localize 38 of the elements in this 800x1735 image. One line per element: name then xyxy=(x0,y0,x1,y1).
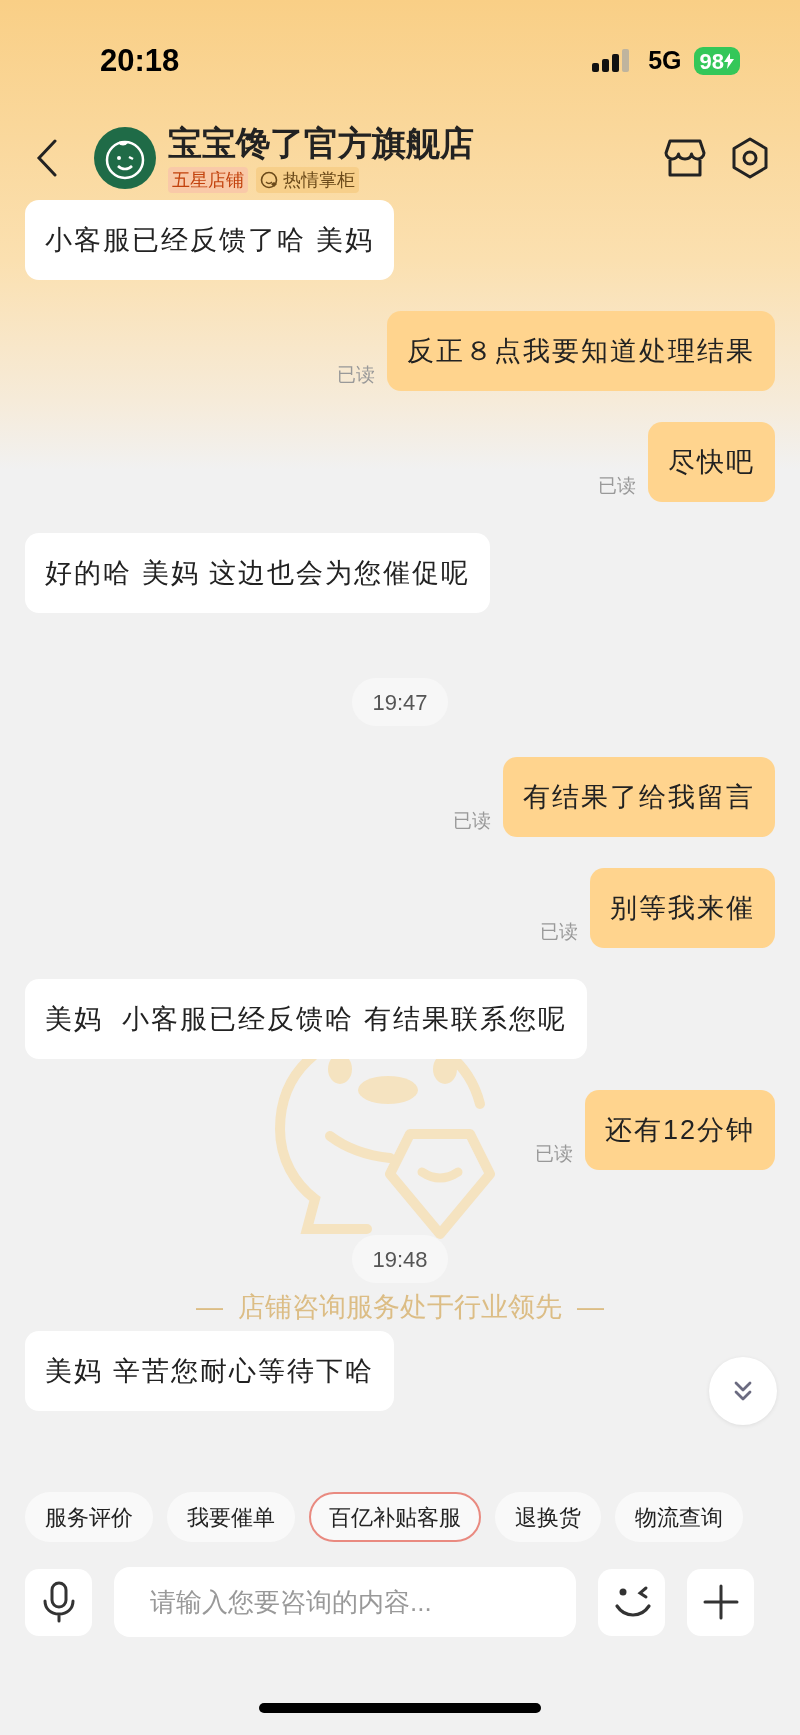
timestamp: 19:47 xyxy=(352,678,448,726)
quick-reply-chip[interactable]: 百亿补贴客服 xyxy=(309,1492,481,1542)
watermark-text: — 店铺咨询服务处于行业领先 — xyxy=(196,1292,604,1322)
quick-reply-chip[interactable]: 退换货 xyxy=(495,1492,601,1542)
settings-icon[interactable] xyxy=(730,137,770,179)
message-bubble: 反正８点我要知道处理结果 xyxy=(387,311,775,391)
message-bubble: 尽快吧 xyxy=(648,422,775,502)
microphone-button[interactable] xyxy=(25,1568,92,1636)
message-bubble: 别等我来催 xyxy=(590,868,775,948)
message-bubble: 还有12分钟 xyxy=(584,1090,775,1170)
read-status: 已读 xyxy=(337,362,375,387)
chevrons-down-icon xyxy=(733,1380,753,1402)
message-bubble: 有结果了给我留言 xyxy=(503,757,775,837)
back-icon[interactable] xyxy=(36,139,58,177)
add-button[interactable] xyxy=(687,1568,754,1636)
network-label: 5G xyxy=(648,45,682,77)
store-title: 宝宝馋了官方旗舰店 xyxy=(168,123,474,163)
quick-reply-chip[interactable]: 服务评价 xyxy=(25,1492,153,1542)
message-bubble: 小客服已经反馈了哈 美妈 xyxy=(25,200,394,280)
read-status: 已读 xyxy=(540,919,578,944)
status-time: 20:18 xyxy=(100,41,180,80)
timestamp: 19:48 xyxy=(352,1235,448,1283)
store-icon[interactable] xyxy=(664,138,706,178)
message-bubble: 美妈 辛苦您耐心等待下哈 xyxy=(25,1331,394,1411)
read-status: 已读 xyxy=(534,1141,573,1166)
battery-indicator: 98 xyxy=(693,47,740,75)
read-status: 已读 xyxy=(598,473,636,498)
emoji-button[interactable] xyxy=(598,1568,665,1636)
read-status: 已读 xyxy=(453,808,491,833)
store-avatar[interactable] xyxy=(94,127,156,189)
quick-reply-chip[interactable]: 物流查询 xyxy=(615,1492,743,1542)
store-badge: 五星店铺 xyxy=(168,167,248,193)
message-input[interactable]: 请输入您要咨询的内容... xyxy=(114,1567,576,1637)
message-bubble: 好的哈 美妈 这边也会为您催促呢 xyxy=(25,533,490,613)
quick-reply-chip[interactable]: 我要催单 xyxy=(167,1492,295,1542)
store-badge: 热情掌柜 xyxy=(256,167,359,193)
plus-icon xyxy=(702,1584,739,1620)
message-bubble: 美妈 小客服已经反馈哈 有结果联系您呢 xyxy=(25,979,587,1059)
